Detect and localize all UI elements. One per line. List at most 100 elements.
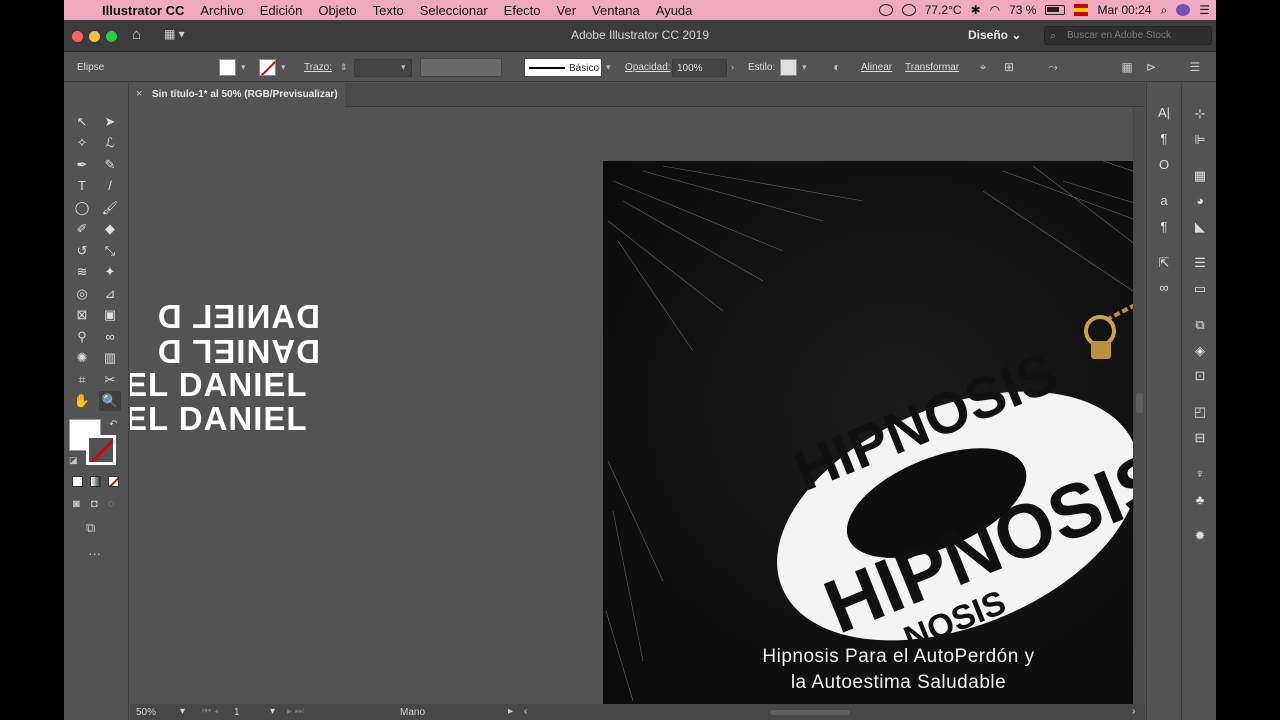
column-graph-tool-icon[interactable]: ▥ (99, 348, 121, 368)
workspace-switcher[interactable]: Diseño ⌄ (968, 28, 1021, 42)
record-icon[interactable] (878, 4, 893, 16)
paragraph-panel-icon[interactable]: ¶ (1154, 130, 1174, 148)
zoom-tool-icon[interactable]: 🔍 (99, 391, 121, 411)
puppet-warp-tool-icon[interactable]: ✦ (99, 262, 121, 282)
swap-fill-stroke-icon[interactable]: ↶ (109, 419, 117, 430)
brush-dropdown-icon[interactable]: ▾ (606, 62, 611, 73)
gradient-mode-icon[interactable] (90, 476, 101, 487)
magic-wand-tool-icon[interactable]: ✧ (71, 133, 93, 153)
recolor-artwork-icon[interactable]: ◐ (830, 60, 844, 74)
menu-ayuda[interactable]: Ayuda (648, 3, 701, 18)
menu-app-name[interactable]: Illustrator CC (94, 3, 192, 18)
scale-tool-icon[interactable]: ⤡ (99, 241, 121, 261)
style-dropdown-icon[interactable]: ▾ (802, 62, 807, 73)
stroke-panel-icon[interactable]: ☰ (1190, 254, 1210, 272)
line-segment-tool-icon[interactable]: / (99, 176, 121, 196)
opacity-expand-icon[interactable]: › (731, 62, 734, 72)
bluetooth-icon[interactable]: ✱ (971, 3, 981, 17)
fill-swatch[interactable] (219, 59, 236, 76)
clock[interactable]: Mar 00:24 (1097, 3, 1151, 17)
stroke-dropdown-icon[interactable]: ▾ (281, 62, 286, 73)
draw-inside-icon[interactable]: ◌ (108, 498, 115, 510)
document-tab[interactable]: × Sin título-1* al 50% (RGB/Previsualiza… (130, 83, 345, 107)
color-panel-icon[interactable]: ◕ (1190, 192, 1210, 210)
canvas-area[interactable]: DANIEL D DANIEL D EL DANIEL EL DANIEL HI… (130, 108, 1133, 704)
artboard[interactable]: HIPNOSIS HIPNOSIS NOSIS Hipnosis Para el… (603, 161, 1133, 704)
siri-icon[interactable] (1176, 4, 1191, 16)
menu-texto[interactable]: Texto (365, 3, 412, 18)
artboards-panel-icon[interactable]: ⊡ (1190, 367, 1210, 385)
align-link[interactable]: Alinear (861, 62, 892, 73)
gradient-panel-icon[interactable]: ▭ (1190, 280, 1210, 298)
spotlight-search-icon[interactable]: ⌕ (1161, 3, 1168, 18)
select-similar-icon[interactable]: ⊳ (1144, 60, 1158, 74)
zoom-dropdown-icon[interactable]: ▾ (180, 706, 185, 717)
stroke-swatch[interactable] (259, 59, 276, 76)
transform-panel-icon[interactable]: ⊹ (1190, 105, 1210, 123)
opentype-panel-icon[interactable]: O (1154, 156, 1174, 174)
paragraph-styles-icon[interactable]: ¶ (1154, 218, 1174, 236)
battery-percent[interactable]: 73 % (1009, 3, 1036, 17)
paintbrush-tool-icon[interactable]: 🖌 (99, 198, 121, 218)
menu-edicion[interactable]: Edición (252, 3, 311, 18)
opacity-field[interactable]: 100% (672, 59, 727, 77)
stroke-stepper-icon[interactable]: ⇕ (340, 62, 348, 73)
layers-panel-icon[interactable]: ◈ (1190, 342, 1210, 360)
lasso-tool-icon[interactable]: ℒ (99, 133, 121, 153)
curvature-tool-icon[interactable]: ✎ (99, 155, 121, 175)
opacity-label[interactable]: Opacidad: (625, 62, 671, 73)
menu-ver[interactable]: Ver (549, 3, 585, 18)
rotate-tool-icon[interactable]: ↺ (71, 241, 93, 261)
status-menu-icon[interactable]: ▸ (508, 706, 513, 717)
artboard-number-field[interactable]: 1 (234, 707, 240, 718)
perspective-grid-tool-icon[interactable]: ⊿ (99, 284, 121, 304)
appearance-panel-icon[interactable]: ◰ (1190, 403, 1210, 421)
edit-toolbar-icon[interactable]: ··· (88, 546, 101, 561)
export-icon[interactable]: ⇱ (1154, 254, 1174, 272)
artboard-tool-icon[interactable]: ⌗ (71, 370, 93, 390)
fill-dropdown-icon[interactable]: ▾ (241, 62, 246, 73)
menu-ventana[interactable]: Ventana (584, 3, 648, 18)
slice-tool-icon[interactable]: ✂ (99, 370, 121, 390)
input-source-flag-icon[interactable] (1074, 4, 1089, 16)
direct-selection-tool-icon[interactable]: ➤ (99, 112, 121, 132)
temperature-readout[interactable]: 77.2°C (925, 3, 962, 17)
brushes-panel-icon[interactable]: ♆ (1190, 465, 1210, 483)
shaper-tool-icon[interactable]: ✐ (71, 219, 93, 239)
swatches-panel-icon[interactable]: ◣ (1190, 218, 1210, 236)
scrollbar-thumb[interactable] (1136, 393, 1143, 413)
vertical-scrollbar[interactable] (1133, 108, 1145, 704)
glyphs-panel-icon[interactable]: a (1154, 192, 1174, 210)
type-tool-icon[interactable]: T (71, 176, 93, 196)
artboard-dropdown-icon[interactable]: ▾ (270, 706, 275, 717)
draw-normal-icon[interactable]: ◙ (73, 498, 80, 510)
zoom-level-field[interactable]: 50% (136, 707, 156, 718)
control-panel-menu-icon[interactable]: ☰ (1188, 60, 1202, 74)
image-trace-panel-icon[interactable]: ✹ (1190, 527, 1210, 545)
align-options-icon[interactable]: ⊞ (1002, 60, 1016, 74)
menu-archivo[interactable]: Archivo (192, 3, 251, 18)
next-artboard-icon[interactable]: ▸ ⏭ (287, 706, 304, 717)
width-tool-icon[interactable]: ≋ (71, 262, 93, 282)
none-mode-icon[interactable] (108, 476, 119, 487)
pen-tool-icon[interactable]: ✒ (71, 155, 93, 175)
wifi-icon[interactable]: ◠ (990, 3, 1000, 17)
screen-mode-icon[interactable]: ⧉ (86, 520, 95, 536)
isolate-object-icon[interactable]: ⌖ (976, 60, 990, 74)
selection-tool-icon[interactable]: ↖ (71, 112, 93, 132)
color-guide-icon[interactable]: ▦ (1190, 167, 1210, 185)
stroke-label[interactable]: Trazo: (304, 62, 332, 73)
blend-tool-icon[interactable]: ∞ (99, 327, 121, 347)
envelope-distort-icon[interactable]: ⤳ (1046, 60, 1060, 74)
scroll-left-icon[interactable]: ‹ (524, 706, 527, 717)
eyedropper-tool-icon[interactable]: ⚲ (71, 327, 93, 347)
stroke-color-box[interactable] (86, 435, 116, 465)
battery-icon[interactable] (1045, 5, 1066, 15)
ellipse-tool-icon[interactable]: ◯ (71, 198, 93, 218)
menu-efecto[interactable]: Efecto (496, 3, 549, 18)
horizontal-scroll-thumb[interactable] (770, 710, 850, 715)
symbols-panel-icon[interactable]: ♣ (1190, 491, 1210, 509)
transform-link[interactable]: Transformar (905, 62, 959, 73)
graphic-style-swatch[interactable] (780, 59, 797, 76)
align-panel-icon[interactable]: ⊫ (1190, 131, 1210, 149)
